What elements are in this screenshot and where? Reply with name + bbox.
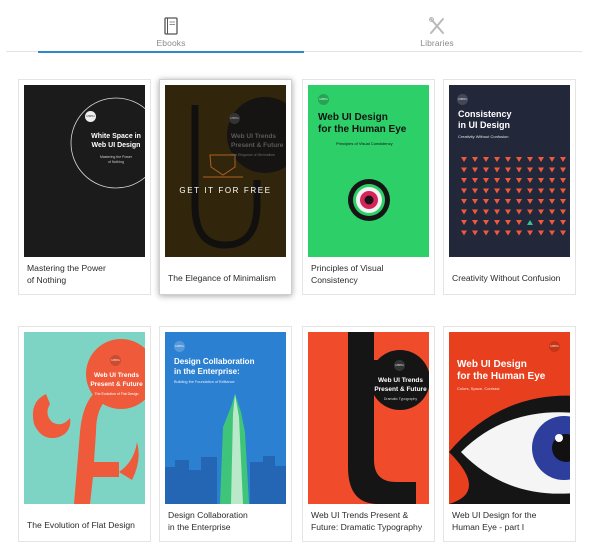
cover-subtitle: Colors, Space, Contrast [457,386,500,391]
ebook-title: Web UI Design for the Human Eye - part I [452,510,537,532]
cover-heading: Web UI Trends Present & Future [231,133,284,149]
ebook-card[interactable]: UXPin Web UI Design for the Human Eye Co… [443,326,576,542]
tools-icon [429,17,444,34]
ebook-cover: UXPin Web UI Trends Present & Future The… [24,332,145,504]
ebook-title: Creativity Without Confusion [452,273,561,283]
cover-badge: UXPin [549,341,560,352]
ebook-card[interactable]: UXPin White Space in Web UI Design Maste… [18,79,151,295]
cover-subtitle: Mastering the Power of Nothing [99,155,133,164]
cover-heading: Design Collaboration in the Enterprise: [174,357,255,376]
ebook-card[interactable]: UXPin Web UI Design for the Human Eye Pr… [302,79,435,295]
cover-art [449,395,570,504]
cover-heading: White Space in Web UI Design [91,133,141,149]
cover-subtitle: Principles of Visual Consistency [336,141,393,146]
ebook-cover: UXPin Consistency in UI Design Creativit… [449,85,570,257]
cover-badge: UXPin [457,94,468,105]
cover-art [348,332,429,504]
tab-libraries-label: Libraries [420,38,454,48]
tab-ebooks-label: Ebooks [156,38,186,48]
ebook-cover: UXPin Web UI Trends Present & Future The… [165,85,286,257]
ebook-card[interactable]: UXPin Consistency in UI Design Creativit… [443,79,576,295]
tab-ebooks[interactable]: Ebooks [38,0,304,53]
cover-subtitle: Building the Foundation of Brilliance [174,380,235,384]
ebook-title: The Elegance of Minimalism [168,273,276,283]
cover-art [32,339,145,504]
cover-badge: UXPin [229,113,240,124]
cover-badge: UXPin [318,94,329,105]
cover-art [348,179,390,221]
ebook-cover: UXPin Web UI Design for the Human Eye Pr… [308,85,429,257]
cover-badge: UXPin [174,341,185,352]
tab-libraries[interactable]: Libraries [304,0,570,52]
book-icon [164,17,178,35]
ebook-card[interactable]: UXPin Web UI Trends Present & Future The… [18,326,151,542]
ebook-title: Principles of Visual Consistency [311,263,384,285]
ebook-cover: UXPin Design Collaboration in the Enterp… [165,332,286,504]
cover-subtitle: The Elegance of Minimalism [231,153,275,157]
get-it-for-free-cta[interactable]: GET IT FOR FREE [165,186,286,195]
cover-heading: Web UI Design for the Human Eye [318,112,407,135]
cover-subtitle: The Evolution of Flat Design [94,392,139,396]
library-tabs: Ebooks Libraries [6,0,582,53]
ebook-card[interactable]: UXPin Web UI Trends Present & Future The… [159,79,292,295]
cover-badge: UXPin [394,360,405,371]
cover-badge: UXPin [110,355,121,366]
cover-heading: Web UI Design for the Human Eye [457,359,546,382]
cover-subtitle: Dramatic Typography [383,397,418,401]
cover-art [165,85,286,257]
cover-heading: Web UI Trends Present & Future [374,377,427,393]
ebook-title: Mastering the Power of Nothing [27,263,106,285]
ebook-cover: UXPin White Space in Web UI Design Maste… [24,85,145,257]
cover-heading: Web UI Trends Present & Future [90,372,143,388]
ebook-title: Web UI Trends Present & Future: Dramatic… [311,510,423,532]
cover-heading: Consistency in UI Design [458,109,512,130]
ebook-title: Design Collaboration in the Enterprise [168,510,248,532]
ebook-card[interactable]: UXPin Web UI Trends Present & Future Dra… [302,326,435,542]
ebook-title: The Evolution of Flat Design [27,520,135,530]
cover-badge: UXPin [85,111,96,122]
ebook-cover: UXPin Web UI Trends Present & Future Dra… [308,332,429,504]
ebook-card[interactable]: UXPin Design Collaboration in the Enterp… [159,326,292,542]
ebook-cover: UXPin Web UI Design for the Human Eye Co… [449,332,570,504]
active-tab-indicator [38,51,304,53]
cover-subtitle: Creativity Without Confusion [458,134,509,139]
cover-art [70,97,145,189]
